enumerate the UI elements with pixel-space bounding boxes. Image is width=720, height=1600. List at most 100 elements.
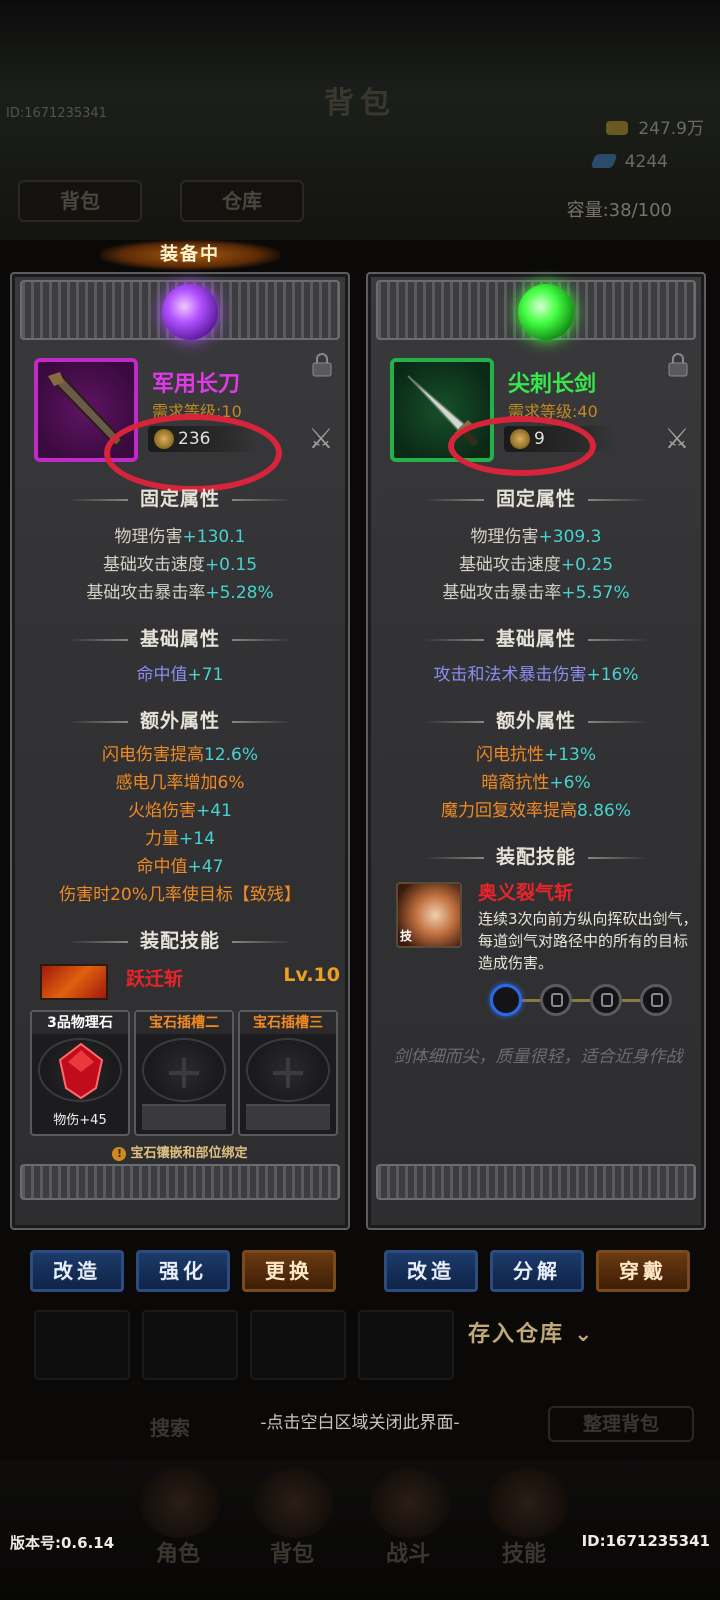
fixed-attributes-heading: 固定属性: [12, 484, 348, 511]
plus-icon: +: [163, 1044, 205, 1100]
skill-heading: 装配技能: [368, 842, 704, 869]
base-attributes-heading: 基础属性: [368, 624, 704, 651]
rune-slot-locked[interactable]: [540, 984, 572, 1016]
store-to-warehouse-button[interactable]: 存入仓库 ⌄: [468, 1316, 594, 1348]
panel-bottom-ornament: [376, 1164, 696, 1200]
attr-row: 力量+14: [145, 829, 215, 849]
skill-name: 跃迁斩: [126, 968, 184, 990]
annotation-circle: [448, 416, 596, 476]
bag-slot: [142, 1310, 238, 1380]
slot-base: [246, 1104, 330, 1130]
item-name: 军用长刀: [152, 372, 241, 397]
enhance-button[interactable]: 强化: [136, 1250, 230, 1292]
crossed-swords-icon: ⚔: [308, 422, 334, 455]
gold-counter: 247.9万: [606, 114, 704, 139]
gem-slot-1[interactable]: 3品物理石 物伤+45: [30, 1010, 130, 1136]
skill-level: Lv.10: [283, 964, 340, 986]
attr-row: 感电几率增加6%: [115, 773, 245, 793]
lock-icon: [651, 993, 663, 1007]
item-name: 尖刺长剑: [508, 372, 597, 397]
attr-row: 闪电伤害提高12.6%: [101, 745, 258, 765]
skill-description: 连续3次向前方纵向挥砍出剑气，每道剑气对路径中的所有的目标造成伤害。: [478, 910, 698, 972]
panel-top-ornament: [20, 280, 340, 340]
nav-bag: 背包: [270, 1542, 315, 1567]
gem-slot-label: 宝石插槽二: [136, 1012, 232, 1034]
plus-icon: +: [267, 1044, 309, 1100]
nav-character: 角色: [156, 1542, 201, 1567]
tab-warehouse[interactable]: 仓库: [180, 180, 304, 222]
skill-icon: [40, 964, 108, 1000]
attr-row: 伤害时20%几率使目标【致残】: [59, 885, 301, 905]
purple-quality-orb-icon: [162, 284, 218, 340]
base-attributes-heading: 基础属性: [12, 624, 348, 651]
equipped-banner: 装备中: [100, 240, 280, 270]
panel-top-ornament: [376, 280, 696, 340]
gem-slot-2[interactable]: 宝石插槽二 +: [134, 1010, 234, 1136]
extra-attributes-heading: 额外属性: [12, 706, 348, 733]
attr-row: 物理伤害+309.3: [470, 527, 602, 547]
bag-slot: [34, 1310, 130, 1380]
version-label: 版本号:0.6.14: [10, 1534, 115, 1552]
skill-type-tag: 技: [400, 929, 413, 943]
attr-row: 基础攻击暴击率+5.28%: [86, 583, 274, 603]
annotation-circle: [104, 414, 282, 492]
close-hint[interactable]: -点击空白区域关闭此界面-: [0, 1408, 720, 1433]
tab-bag[interactable]: 背包: [18, 180, 142, 222]
nav-skills: 技能: [502, 1542, 547, 1567]
attr-row: 命中值+71: [136, 665, 224, 685]
gem-slot-label: 3品物理石: [32, 1012, 128, 1034]
bag-slot: [250, 1310, 346, 1380]
bag-slot: [358, 1310, 454, 1380]
slot-base: [142, 1104, 226, 1130]
bag-capacity: 容量:38/100: [566, 200, 672, 221]
gem-slot-3[interactable]: 宝石插槽三 +: [238, 1010, 338, 1136]
skill-heading: 装配技能: [12, 926, 348, 953]
lock-icon: [601, 993, 613, 1007]
attr-row: 火焰伤害+41: [128, 801, 232, 821]
skill-name: 奥义裂气斩: [478, 882, 574, 904]
crossed-swords-icon: ⚔: [664, 422, 690, 455]
green-quality-orb-icon: [518, 284, 574, 340]
skill-icon[interactable]: 技: [396, 882, 462, 948]
gem-value: 物伤+45: [53, 1113, 107, 1128]
gem-binding-note[interactable]: ! 宝石镶嵌和部位绑定: [12, 1142, 348, 1161]
ruby-gem-icon: [58, 1042, 104, 1100]
equip-button[interactable]: 穿戴: [596, 1250, 690, 1292]
chevron-down-icon: ⌄: [574, 1322, 595, 1347]
nav-orb: [488, 1468, 568, 1538]
lock-icon: [551, 993, 563, 1007]
panel-bottom-ornament: [20, 1164, 340, 1200]
attr-row: 魔力回复效率提高8.86%: [440, 801, 631, 821]
bottom-nav-background: [0, 1460, 720, 1600]
nav-orb: [140, 1468, 220, 1538]
rune-slot-locked[interactable]: [640, 984, 672, 1016]
equipped-item-panel: 军用长刀 需求等级:10 236 ⚔ 固定属性 物理伤害+130.1 基础攻击速…: [10, 272, 350, 1230]
lock-icon[interactable]: [666, 352, 690, 378]
bg-player-id: ID:1671235341: [6, 106, 107, 121]
player-id: ID:1671235341: [581, 1532, 710, 1550]
nav-orb: [370, 1468, 450, 1538]
info-icon: !: [112, 1147, 127, 1161]
attr-row: 基础攻击速度+0.25: [458, 555, 614, 575]
gem-icon: [590, 154, 618, 168]
gem-slot-label: 宝石插槽三: [240, 1012, 336, 1034]
attr-row: 闪电抗性+13%: [475, 745, 597, 765]
rune-slot-active[interactable]: [490, 984, 522, 1016]
attr-row: 基础攻击速度+0.15: [102, 555, 258, 575]
attr-row: 暗裔抗性+6%: [481, 773, 591, 793]
fixed-attributes-heading: 固定属性: [368, 484, 704, 511]
compare-item-panel: 尖刺长剑 需求等级:40 9 ⚔ 固定属性 物理伤害+309.3 基础攻击速度+…: [366, 272, 706, 1230]
equipped-skill[interactable]: 跃迁斩 Lv.10: [40, 964, 340, 1004]
gem-counter: 4244: [590, 152, 668, 172]
attr-row: 物理伤害+130.1: [114, 527, 246, 547]
rune-slot-locked[interactable]: [590, 984, 622, 1016]
reforge-button[interactable]: 改造: [384, 1250, 478, 1292]
item-flavor-text: 剑体细而尖，质量很轻，适合近身作战: [393, 1047, 683, 1067]
attr-row: 命中值+47: [136, 857, 224, 877]
attr-row: 基础攻击暴击率+5.57%: [442, 583, 630, 603]
replace-button[interactable]: 更换: [242, 1250, 336, 1292]
nav-orb: [254, 1468, 334, 1538]
dismantle-button[interactable]: 分解: [490, 1250, 584, 1292]
lock-icon[interactable]: [310, 352, 334, 378]
reforge-button[interactable]: 改造: [30, 1250, 124, 1292]
